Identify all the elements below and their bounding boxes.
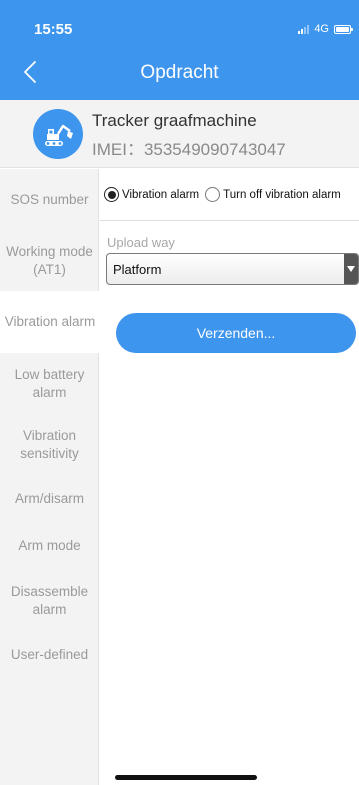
excavator-icon [45, 124, 73, 146]
sidebar-item-vibration-alarm[interactable]: Vibration alarm [0, 291, 100, 353]
sidebar-item-vibration-sensitivity[interactable]: Vibration sensitivity [0, 414, 99, 476]
device-avatar [33, 109, 83, 159]
device-header: Tracker graafmachine IMEI：35354909074304… [0, 100, 359, 168]
radio-unchecked-icon [205, 187, 221, 202]
sidebar-item-working-mode[interactable]: Working mode (AT1) [0, 230, 99, 291]
home-indicator [115, 775, 257, 780]
sidebar-item-label: Arm mode [18, 538, 81, 553]
status-time: 15:55 [34, 21, 73, 38]
upload-way-label: Upload way [107, 235, 175, 250]
sidebar-item-arm-disarm[interactable]: Arm/disarm [0, 476, 99, 522]
sidebar-item-label: Low battery alarm [14, 366, 85, 400]
radio-checked-icon [104, 187, 119, 202]
send-button[interactable]: Verzenden... [116, 313, 356, 353]
device-name: Tracker graafmachine [92, 111, 257, 130]
sidebar-item-label: Arm/disarm [14, 491, 84, 506]
radio-vibration-alarm[interactable]: Vibration alarm [104, 187, 199, 202]
sidebar-item-label: Vibration sensitivity [20, 428, 79, 461]
command-sidebar: SOS number Working mode (AT1) Vibration … [0, 169, 100, 785]
sidebar-item-label: Disassemble alarm [10, 584, 89, 617]
top-bar: 15:55 4G Opdracht [0, 0, 359, 100]
sidebar-item-label: User-defined [10, 647, 89, 662]
upload-way-value: Platform [113, 261, 162, 277]
sidebar-item-label: SOS number [10, 191, 89, 207]
network-type: 4G [314, 23, 329, 35]
sidebar-item-label: Vibration alarm [4, 314, 96, 329]
sidebar-item-label: Working mode (AT1) [6, 243, 93, 277]
radio-label: Vibration alarm [122, 188, 200, 201]
sidebar-item-low-battery-alarm[interactable]: Low battery alarm [0, 353, 99, 414]
battery-icon [334, 24, 353, 34]
command-form: Vibration alarm Turn off vibration alarm… [100, 169, 359, 785]
sidebar-item-sos-number[interactable]: SOS number [0, 169, 99, 230]
device-imei: IMEI：353549090743047 [92, 140, 286, 159]
upload-way-select[interactable]: Platform [106, 253, 359, 285]
sidebar-item-user-defined[interactable]: User-defined [0, 632, 99, 678]
radio-label: Turn off vibration alarm [223, 188, 341, 201]
signal-icon [298, 24, 310, 34]
alarm-radio-group: Vibration alarm Turn off vibration alarm [100, 169, 359, 221]
sidebar-item-arm-mode[interactable]: Arm mode [0, 522, 99, 570]
status-indicators: 4G [298, 23, 353, 35]
dropdown-arrow-icon [344, 254, 358, 284]
page-title: Opdracht [140, 62, 219, 83]
sidebar-item-disassemble-alarm[interactable]: Disassemble alarm [0, 570, 99, 632]
radio-turn-off-vibration-alarm[interactable]: Turn off vibration alarm [205, 187, 341, 202]
